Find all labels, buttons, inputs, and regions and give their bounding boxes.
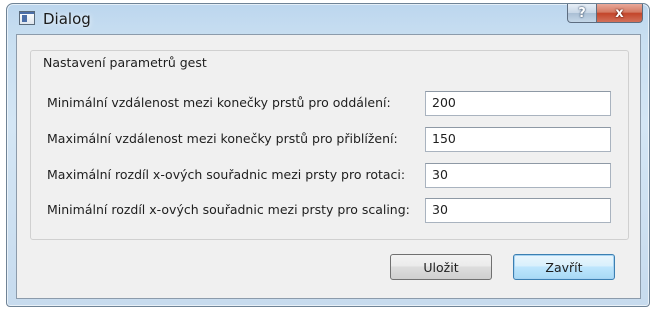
group-title: Nastavení parametrů gest [39,55,211,70]
window-title: Dialog [43,10,91,28]
dialog-window: Dialog ? x Nastavení parametrů gest Mini… [6,3,650,307]
title-bar[interactable]: Dialog ? x [7,4,649,34]
input-max-x-diff-rotation[interactable]: 30 [425,163,611,188]
caption-buttons: ? x [567,4,643,24]
close-button[interactable]: Zavřít [513,254,615,280]
window-app-icon [19,11,35,25]
input-min-x-diff-scaling[interactable]: 30 [425,198,611,223]
input-max-zoom-in-distance[interactable]: 150 [425,127,611,152]
label-max-zoom-in-distance: Maximální vzdálenost mezi konečky prstů … [47,131,398,146]
label-min-x-diff-scaling: Minimální rozdíl x-ových souřadnic mezi … [47,202,410,217]
help-icon: ? [578,5,586,21]
dialog-client-area: Nastavení parametrů gest Minimální vzdál… [16,34,641,299]
save-button[interactable]: Uložit [390,254,492,280]
close-window-button[interactable]: x [597,4,643,23]
help-button[interactable]: ? [567,4,597,23]
input-min-zoom-out-distance[interactable]: 200 [425,91,611,116]
label-max-x-diff-rotation: Maximální rozdíl x-ových souřadnic mezi … [47,167,406,182]
label-min-zoom-out-distance: Minimální vzdálenost mezi konečky prstů … [47,95,391,110]
close-icon: x [615,5,624,21]
